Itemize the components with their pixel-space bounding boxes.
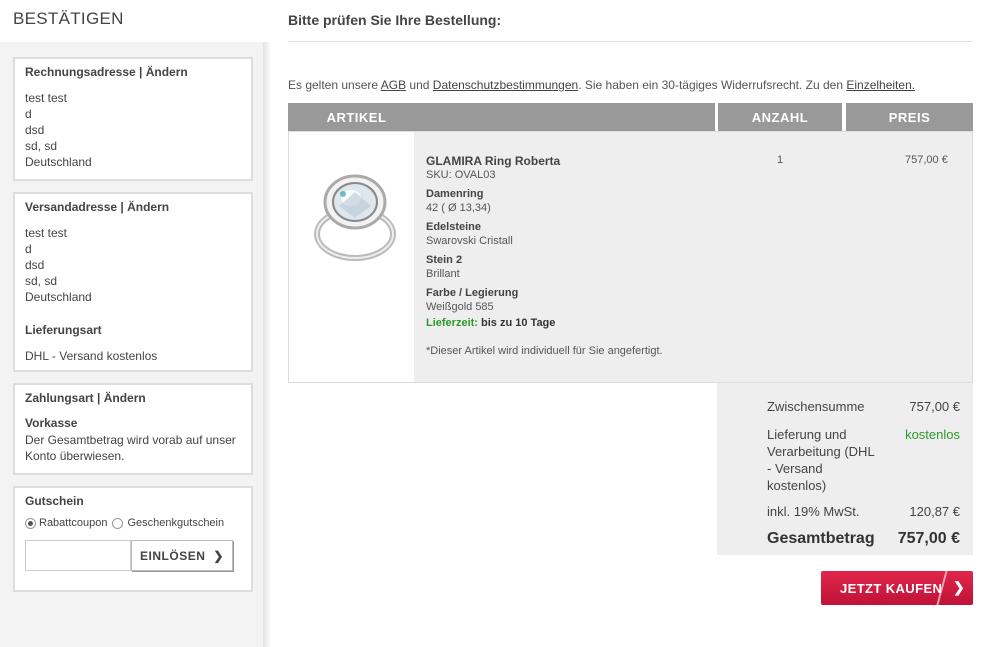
custom-made-note: *Dieser Artikel wird individuell für Sie… — [426, 345, 663, 357]
billing-address-heading[interactable]: Rechnungsadresse | Ändern — [25, 65, 241, 79]
agb-link[interactable]: AGB — [381, 78, 406, 92]
item-details: GLAMIRA Ring Roberta SKU: OVAL03 Damenri… — [426, 154, 663, 358]
billing-line: test test — [25, 91, 68, 105]
attr-value: Swarovski Cristall — [426, 235, 513, 247]
product-sku: SKU: OVAL03 — [426, 169, 496, 181]
terms-text: Es gelten unsere — [288, 78, 381, 92]
attr-value: 42 ( Ø 13,34) — [426, 202, 491, 214]
column-header-quantity-label: ANZAHL — [751, 109, 809, 125]
shipping-line: d — [25, 242, 32, 256]
title-divider — [288, 41, 972, 42]
billing-line: d — [25, 107, 32, 121]
attr-label: Edelsteine — [426, 221, 482, 233]
payment-heading[interactable]: Zahlungsart | Ändern — [25, 391, 241, 405]
shipping-label: Lieferung und Verarbeitung (DHL - Versan… — [767, 426, 875, 494]
grand-total-row: Gesamtbetrag 757,00 € — [767, 530, 960, 548]
column-header-article-label: ARTIKEL — [326, 109, 387, 125]
subtotal-label: Zwischensumme — [767, 399, 865, 414]
item-quantity: 1 — [777, 154, 784, 166]
attr-label: Damenring — [426, 188, 484, 200]
column-header-article: ARTIKEL — [288, 103, 715, 131]
terms-text: und — [406, 78, 433, 92]
buy-now-button[interactable]: JETZT KAUFEN ❯ — [821, 571, 973, 605]
terms-text: . Sie haben ein 30-tägiges Widerrufsrech… — [578, 78, 847, 92]
subtotal-value: 757,00 € — [909, 399, 960, 414]
column-header-price: PREIS — [846, 103, 973, 131]
privacy-link[interactable]: Datenschutzbestimmungen — [433, 78, 578, 92]
attr-label: Stein 2 — [426, 254, 463, 266]
shipping-address-box: Versandadresse | Ändern test test d dsd … — [13, 192, 253, 372]
geschenkgutschein-radio[interactable] — [111, 517, 123, 529]
page-title: Bitte prüfen Sie Ihre Bestellung: — [288, 12, 502, 28]
shipping-label-line: - Versand — [767, 461, 823, 476]
product-name: GLAMIRA Ring Roberta — [426, 154, 561, 168]
details-link[interactable]: Einzelheiten. — [846, 78, 915, 92]
shipping-method-value: DHL - Versand kostenlos — [25, 349, 158, 363]
voucher-type-options: Rabattcoupon Geschenkgutschein — [25, 517, 241, 529]
shipping-line: test test — [25, 226, 68, 240]
page-step-title: BESTÄTIGEN — [13, 9, 124, 28]
column-header-quantity: ANZAHL — [718, 103, 842, 131]
voucher-code-input[interactable] — [25, 540, 131, 571]
attr-label: Farbe / Legierung — [426, 287, 519, 299]
redeem-button-label: EINLÖSEN — [140, 548, 206, 563]
delivery-value: bis zu 10 Tage — [477, 317, 556, 329]
order-totals: Zwischensumme 757,00 € Lieferung und Ver… — [717, 383, 973, 555]
grand-total-label: Gesamtbetrag — [767, 530, 875, 547]
attr-value: Brillant — [426, 268, 460, 280]
vat-row: inkl. 19% MwSt. 120,87 € — [767, 504, 960, 519]
payment-method: Vorkasse — [25, 416, 78, 430]
shipping-label-line: Lieferung und — [767, 427, 847, 442]
shipping-value: kostenlos — [905, 427, 960, 442]
vat-label: inkl. 19% MwSt. — [767, 504, 860, 519]
shipping-row: Lieferung und Verarbeitung (DHL - Versan… — [767, 426, 960, 494]
payment-description: Der Gesamtbetrag wird vorab auf unser Ko… — [25, 433, 236, 463]
product-image — [314, 174, 396, 261]
shipping-label-line: kostenlos) — [767, 478, 827, 493]
payment-box: Zahlungsart | Ändern Vorkasse Der Gesamt… — [13, 383, 253, 475]
delivery-time: Lieferzeit: bis zu 10 Tage — [426, 316, 663, 330]
terms-notice: Es gelten unsere AGB und Datenschutzbest… — [288, 78, 915, 92]
item-price: 757,00 € — [905, 154, 948, 166]
geschenkgutschein-label[interactable]: Geschenkgutschein — [128, 517, 225, 529]
voucher-input-row: EINLÖSEN ❯ — [25, 540, 241, 571]
billing-line: Deutschland — [25, 155, 92, 169]
shipping-method-heading: Lieferungsart — [25, 323, 102, 337]
shipping-line: dsd — [25, 258, 45, 272]
shipping-line: Deutschland — [25, 290, 92, 304]
order-item-row: GLAMIRA Ring Roberta SKU: OVAL03 Damenri… — [288, 131, 973, 383]
rabattcoupon-label[interactable]: Rabattcoupon — [39, 517, 108, 529]
billing-address-box: Rechnungsadresse | Ändern test test d ds… — [13, 57, 253, 181]
buy-now-label: JETZT KAUFEN — [840, 580, 943, 596]
redeem-button[interactable]: EINLÖSEN ❯ — [131, 540, 233, 571]
vat-value: 120,87 € — [909, 504, 960, 519]
billing-line: dsd — [25, 123, 45, 137]
column-header-price-label: PREIS — [888, 109, 931, 125]
chevron-right-icon: ❯ — [213, 548, 224, 563]
chevron-right-icon: ❯ — [953, 579, 966, 595]
rabattcoupon-radio[interactable] — [25, 517, 36, 529]
delivery-label: Lieferzeit: — [426, 317, 478, 329]
attr-value: Weißgold 585 — [426, 301, 494, 313]
sidebar-divider — [263, 42, 271, 647]
shipping-line: sd, sd — [25, 274, 58, 288]
voucher-box: Gutschein Rabattcoupon Geschenkgutschein… — [13, 486, 253, 592]
shipping-address-heading[interactable]: Versandadresse | Ändern — [25, 200, 241, 214]
voucher-heading: Gutschein — [25, 494, 84, 508]
subtotal-row: Zwischensumme 757,00 € — [767, 399, 960, 414]
grand-total-value: 757,00 € — [897, 530, 960, 547]
billing-line: sd, sd — [25, 139, 58, 153]
shipping-label-line: Verarbeitung (DHL — [767, 444, 875, 459]
